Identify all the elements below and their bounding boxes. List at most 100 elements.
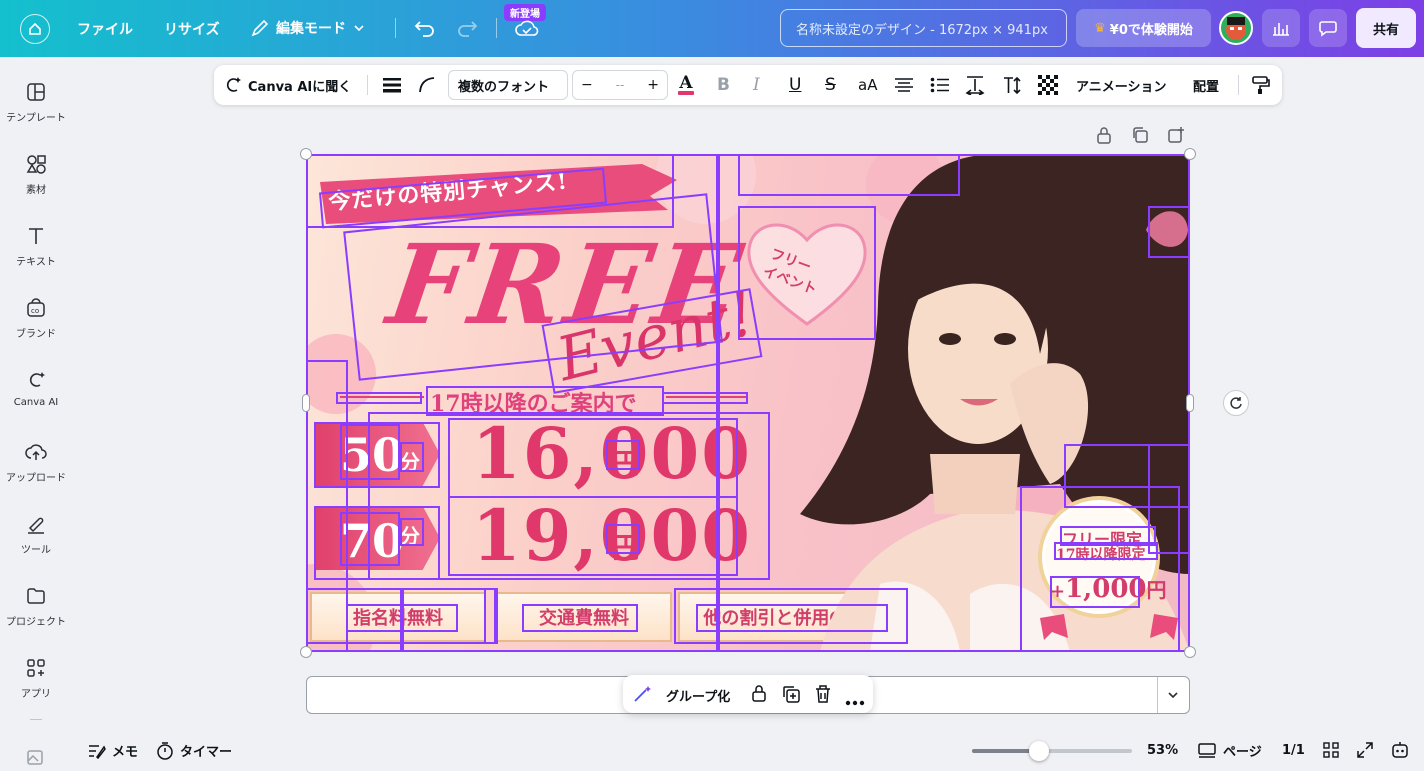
- lock-element-button[interactable]: [751, 684, 767, 706]
- magic-media-button[interactable]: [26, 747, 46, 771]
- more-options-button[interactable]: [845, 691, 865, 710]
- plaque-transport-free[interactable]: 交通費無料: [496, 592, 672, 642]
- template-icon: [27, 83, 45, 101]
- curve-text-button[interactable]: [417, 65, 437, 105]
- transparency-button[interactable]: [1038, 65, 1058, 105]
- home-button[interactable]: [20, 14, 50, 44]
- plaque-nomination-free[interactable]: 指名料無料: [310, 592, 486, 642]
- bold-button[interactable]: B: [717, 65, 730, 105]
- edit-mode-menu[interactable]: 編集モード: [250, 16, 366, 40]
- apps-icon: [27, 659, 45, 677]
- redo-button[interactable]: [454, 16, 480, 40]
- redo-icon: [458, 21, 478, 37]
- rotate-button[interactable]: [1223, 390, 1249, 416]
- sidebar-item-templates[interactable]: テンプレート: [0, 81, 72, 124]
- sidebar-item-uploads[interactable]: アップロード: [0, 441, 72, 484]
- sidebar-item-canva-ai[interactable]: Canva AI: [0, 369, 72, 408]
- font-selector[interactable]: 複数のフォント: [448, 70, 568, 100]
- zoom-slider[interactable]: [972, 741, 1132, 761]
- group-button[interactable]: グループ化: [666, 686, 730, 705]
- minutes-50[interactable]: 50: [340, 428, 404, 482]
- yen-16000[interactable]: 円: [612, 442, 640, 482]
- resize-handle-left[interactable]: [302, 394, 310, 412]
- resize-handle-bottom-right[interactable]: [1184, 646, 1196, 658]
- timer-label: タイマー: [180, 745, 233, 760]
- minutes-unit-70[interactable]: 分: [400, 520, 420, 549]
- magic-edit-button[interactable]: [633, 685, 653, 707]
- resize-handle-bottom-left[interactable]: [300, 646, 312, 658]
- comments-button[interactable]: [1309, 9, 1347, 47]
- badge-after17-limited[interactable]: 17時以降限定: [1056, 544, 1145, 564]
- align-button[interactable]: [894, 65, 914, 105]
- sidebar-item-text[interactable]: テキスト: [0, 225, 72, 268]
- resize-handle-top-right[interactable]: [1184, 148, 1196, 160]
- divider: [1238, 75, 1239, 95]
- italic-button[interactable]: I: [753, 65, 760, 105]
- sidebar-item-elements[interactable]: 素材: [0, 153, 72, 196]
- sidebar-item-brand[interactable]: co ブランド: [0, 297, 72, 340]
- sidebar: テンプレート 素材 テキスト co ブランド Canva AI アップロード ツ…: [0, 57, 72, 771]
- minutes-unit-50[interactable]: 分: [400, 446, 420, 475]
- undo-button[interactable]: [412, 16, 438, 40]
- font-size-stepper[interactable]: − -- +: [572, 70, 668, 100]
- underline-button[interactable]: U: [789, 65, 801, 105]
- sidebar-item-apps[interactable]: アプリ: [0, 657, 72, 700]
- lock-icon: [752, 685, 766, 702]
- letter-case-button[interactable]: aA: [858, 65, 877, 105]
- notes-button[interactable]: メモ: [88, 741, 138, 760]
- file-menu[interactable]: ファイル: [77, 19, 133, 39]
- resize-handle-right[interactable]: [1186, 394, 1194, 412]
- grid-view-button[interactable]: [1322, 741, 1340, 763]
- zoom-level[interactable]: 53%: [1147, 743, 1178, 758]
- svg-text:co: co: [31, 307, 39, 315]
- fullscreen-button[interactable]: [1356, 741, 1374, 763]
- text-resize-button[interactable]: [1002, 65, 1022, 105]
- pencil-icon: [251, 19, 269, 37]
- resize-menu[interactable]: リサイズ: [164, 19, 220, 39]
- duplicate-element-button[interactable]: [781, 684, 801, 708]
- share-button[interactable]: 共有: [1356, 8, 1416, 48]
- timer-button[interactable]: タイマー: [156, 741, 232, 760]
- lock-button[interactable]: [1096, 126, 1112, 148]
- strikethrough-button[interactable]: S: [825, 65, 836, 105]
- delete-element-button[interactable]: [814, 684, 832, 708]
- design-title-input[interactable]: 名称未設定のデザイン - 1672px × 941px: [780, 9, 1067, 47]
- add-page-button[interactable]: [1167, 126, 1185, 148]
- free-trial-button[interactable]: ♛ ¥0で体験開始: [1076, 9, 1211, 47]
- comment-icon: [1319, 21, 1337, 37]
- tools-icon: [28, 517, 44, 534]
- pages-label: ページ: [1223, 745, 1262, 760]
- text-color-button[interactable]: A: [678, 65, 694, 105]
- font-size-value[interactable]: --: [616, 78, 625, 92]
- canva-ai-button[interactable]: Canva AIに聞く: [224, 65, 351, 105]
- assistant-button[interactable]: [1390, 740, 1410, 764]
- animation-button[interactable]: アニメーション: [1076, 65, 1166, 105]
- pages-button[interactable]: ページ: [1197, 741, 1262, 760]
- copy-style-button[interactable]: [1250, 65, 1270, 105]
- timer-icon: [157, 741, 173, 760]
- sidebar-item-tools[interactable]: ツール: [0, 513, 72, 556]
- list-button[interactable]: [930, 65, 950, 105]
- align-center-icon: [895, 78, 913, 92]
- avatar[interactable]: [1219, 11, 1253, 45]
- trial-label: ¥0で体験開始: [1109, 22, 1193, 38]
- font-size-increase-button[interactable]: +: [647, 77, 659, 93]
- insights-button[interactable]: [1262, 9, 1300, 47]
- yen-19000[interactable]: 円: [612, 526, 640, 566]
- resize-handle-top-left[interactable]: [300, 148, 312, 160]
- badge-amount[interactable]: +1,000円: [1050, 574, 1167, 604]
- canva-ai-icon: [29, 372, 45, 387]
- duplicate-page-button[interactable]: [1131, 126, 1149, 148]
- minutes-70[interactable]: 70: [340, 514, 404, 568]
- design-canvas[interactable]: 今だけの特別チャンス! FREE Event! フリー イベント 17時以降のご…: [306, 154, 1190, 652]
- cloud-check-icon: [515, 20, 539, 36]
- position-button[interactable]: 配置: [1193, 65, 1219, 105]
- sidebar-item-projects[interactable]: プロジェクト: [0, 585, 72, 628]
- notes-expand-button[interactable]: [1165, 687, 1181, 707]
- spacing-button[interactable]: [965, 65, 985, 105]
- cloud-save-button[interactable]: [514, 18, 540, 40]
- stroke-weight-button[interactable]: [382, 65, 402, 105]
- canva-ai-label: Canva AIに聞く: [248, 79, 352, 95]
- font-size-decrease-button[interactable]: −: [581, 77, 593, 93]
- top-bar: ファイル リサイズ 編集モード 新登場 名称未設定のデザイン - 1672px …: [0, 0, 1424, 57]
